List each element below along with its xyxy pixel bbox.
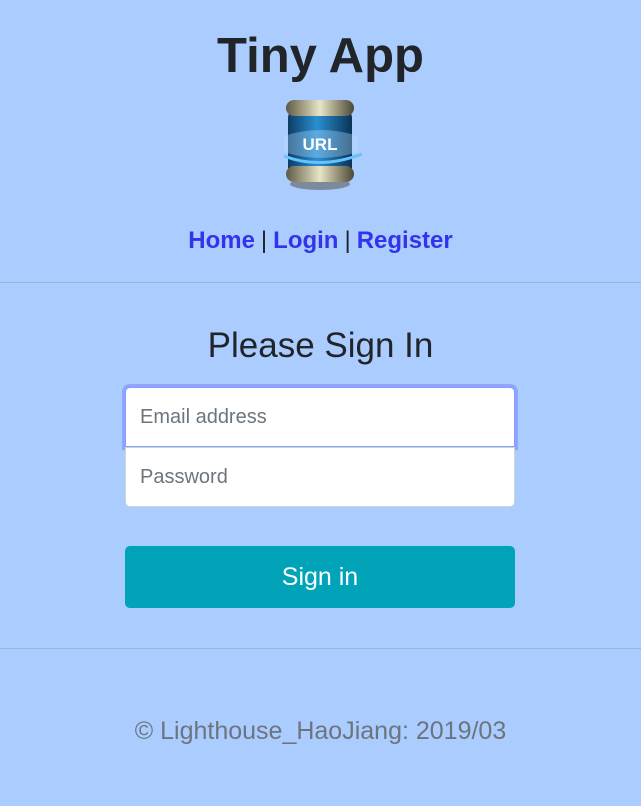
nav-home-link[interactable]: Home bbox=[188, 227, 255, 254]
url-logo-icon: URL bbox=[283, 100, 363, 190]
nav-separator: | bbox=[344, 227, 351, 254]
app-title: Tiny App bbox=[217, 29, 424, 83]
signin-heading: Please Sign In bbox=[207, 326, 434, 365]
logo-text: URL bbox=[303, 135, 338, 154]
nav-register-link[interactable]: Register bbox=[357, 227, 453, 254]
password-field[interactable] bbox=[125, 447, 515, 507]
header-divider bbox=[0, 282, 641, 283]
email-field[interactable] bbox=[125, 387, 515, 447]
footer-copyright: © Lighthouse_HaoJiang: 2019/03 bbox=[134, 717, 507, 745]
nav-login-link[interactable]: Login bbox=[273, 227, 338, 254]
signin-button[interactable]: Sign in bbox=[125, 546, 515, 608]
nav-separator: | bbox=[260, 227, 268, 254]
main-nav: Home | Login | Register bbox=[0, 226, 641, 256]
footer-divider bbox=[0, 648, 641, 649]
